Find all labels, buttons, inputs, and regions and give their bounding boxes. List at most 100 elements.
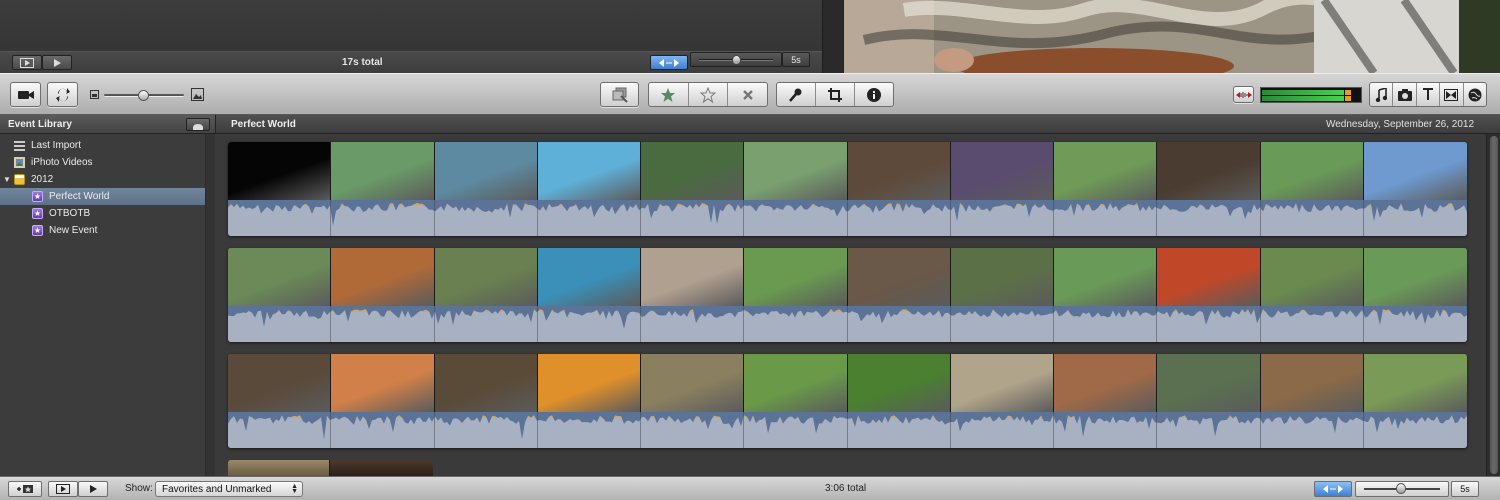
- audio-skimming-button[interactable]: [1233, 86, 1254, 103]
- title-browser-button[interactable]: [1417, 83, 1441, 106]
- sidebar-item-label: New Event: [49, 225, 98, 236]
- play-event-fullscreen-button[interactable]: [48, 481, 78, 497]
- waveform-shape: [228, 306, 1467, 329]
- sidebar-item-last-import[interactable]: Last Import: [0, 137, 205, 154]
- clip-thumbnail: [1054, 354, 1158, 412]
- sidebar-item-otbotb[interactable]: ★ OTBOTB: [0, 205, 205, 222]
- audio-waveform: [228, 412, 1467, 448]
- clip-thumbnail: [228, 248, 332, 306]
- clip-thumbnail: [228, 354, 332, 412]
- project-status-bar: 17s total 5s: [0, 51, 822, 73]
- clip-thumbnail: [1054, 142, 1158, 200]
- clip-filmstrip[interactable]: [228, 354, 1467, 448]
- sidebar-item-new-event[interactable]: ★ New Event: [0, 222, 205, 239]
- unmark-button[interactable]: [689, 83, 729, 106]
- slider-knob[interactable]: [1396, 483, 1406, 494]
- map-icon: [1468, 88, 1482, 101]
- viewer-frame-image: [844, 0, 1500, 73]
- inspector-button[interactable]: [855, 83, 893, 106]
- project-total: 17s total: [342, 57, 383, 68]
- clip-thumbnail: [1260, 248, 1364, 306]
- play-event-button[interactable]: [78, 481, 108, 497]
- clip-thumbnail: [537, 248, 641, 306]
- clip-filmstrip[interactable]: [228, 142, 1467, 236]
- map-browser-button[interactable]: [1464, 83, 1486, 106]
- mark-favorite-button[interactable]: [649, 83, 689, 106]
- photo-icon: [1397, 88, 1412, 101]
- clip-thumbnail: [641, 248, 745, 306]
- star-event-icon: ★: [32, 225, 43, 236]
- reject-button[interactable]: [728, 83, 767, 106]
- play-icon: [54, 58, 61, 67]
- event-library-sidebar: Event Library Last Import iPhoto Videos …: [0, 115, 215, 476]
- clip-thumbnail: [537, 142, 641, 200]
- waveform-graphic: [228, 306, 1467, 329]
- viewer-preview: [844, 0, 1500, 73]
- sidebar-item-2012[interactable]: ▼ 2012: [0, 171, 205, 188]
- import-camera-button[interactable]: [10, 82, 41, 107]
- unmark-star-icon: [700, 86, 716, 103]
- clip-thumbnails: [228, 248, 1467, 306]
- clip-thumbnail: [950, 354, 1054, 412]
- main-toolbar: [0, 73, 1500, 115]
- sidebar-item-label: 2012: [31, 174, 54, 185]
- audio-level-meter: [1260, 87, 1362, 103]
- clip-thumbnail: [1260, 354, 1364, 412]
- audio-waveform-toggle[interactable]: [650, 55, 688, 70]
- clip-filmstrip[interactable]: [228, 248, 1467, 342]
- show-filter-label: Show:: [125, 483, 153, 494]
- browser-scroll-thumb[interactable]: [1490, 136, 1498, 474]
- event-total: 3:06 total: [825, 483, 867, 494]
- play-button[interactable]: [42, 55, 72, 70]
- clip-thumbnail: [641, 354, 745, 412]
- play-fullscreen-icon: [56, 484, 70, 494]
- new-event-button[interactable]: [8, 481, 42, 497]
- imovie-window: 17s total 5s Event Library Last Import i…: [0, 0, 1500, 500]
- clip-thumbnail: [641, 142, 745, 200]
- waveform-shape: [228, 412, 1467, 440]
- add-to-project-button[interactable]: [600, 82, 639, 107]
- select-arrows-icon: ▲ ▼: [291, 483, 298, 495]
- disclosure-triangle-icon[interactable]: ▼: [3, 175, 14, 184]
- pane-divider[interactable]: [822, 0, 844, 73]
- show-filter-select[interactable]: Favorites and Unmarked ▲ ▼: [155, 481, 303, 497]
- event-zoom-slider[interactable]: [1355, 481, 1449, 497]
- slider-knob[interactable]: [732, 55, 741, 65]
- thumbnail-size-slider[interactable]: [104, 90, 184, 101]
- sidebar-item-label: Perfect World: [49, 191, 110, 202]
- browser-scrollbar[interactable]: [1486, 134, 1500, 476]
- project-zoom-slider[interactable]: [690, 52, 782, 67]
- clip-thumbnail: [1054, 248, 1158, 306]
- level-meter-left: [1262, 90, 1344, 95]
- crop-button[interactable]: [816, 83, 855, 106]
- swap-panes-button[interactable]: [47, 82, 78, 107]
- voiceover-mic-icon: [789, 88, 802, 102]
- play-fullscreen-button[interactable]: [12, 55, 42, 70]
- audio-skimming-icon: [1235, 91, 1252, 98]
- thumbnail-size-knob[interactable]: [138, 90, 149, 101]
- event-waveform-toggle[interactable]: [1314, 481, 1352, 497]
- event-header: Perfect World Wednesday, September 26, 2…: [215, 115, 1500, 134]
- clip-filmstrip-partial[interactable]: [228, 460, 433, 476]
- eject-drive-button[interactable]: [186, 118, 210, 131]
- voiceover-button[interactable]: [777, 83, 816, 106]
- add-to-project-icon: [612, 87, 628, 103]
- sidebar-item-iphoto-videos[interactable]: iPhoto Videos: [0, 154, 205, 171]
- transition-browser-button[interactable]: [1440, 83, 1464, 106]
- sidebar-scrollbar[interactable]: [205, 134, 215, 476]
- sidebar-item-perfect-world[interactable]: ★ Perfect World: [0, 188, 205, 205]
- music-icon: [1376, 87, 1388, 102]
- clip-thumbnail: [847, 354, 951, 412]
- content-browsers-group: [1369, 82, 1487, 107]
- level-meter-right: [1262, 96, 1344, 101]
- music-browser-button[interactable]: [1370, 83, 1394, 106]
- photo-browser-button[interactable]: [1393, 83, 1417, 106]
- clip-thumbnail: [1157, 354, 1261, 412]
- last-import-icon: [14, 140, 25, 151]
- clip-thumbnail: [847, 248, 951, 306]
- crop-icon: [828, 87, 842, 102]
- drive-icon: [193, 124, 203, 130]
- sidebar-item-label: OTBOTB: [49, 208, 91, 219]
- clip-thumbnails: [228, 354, 1467, 412]
- level-meter-peak-left: [1345, 90, 1351, 95]
